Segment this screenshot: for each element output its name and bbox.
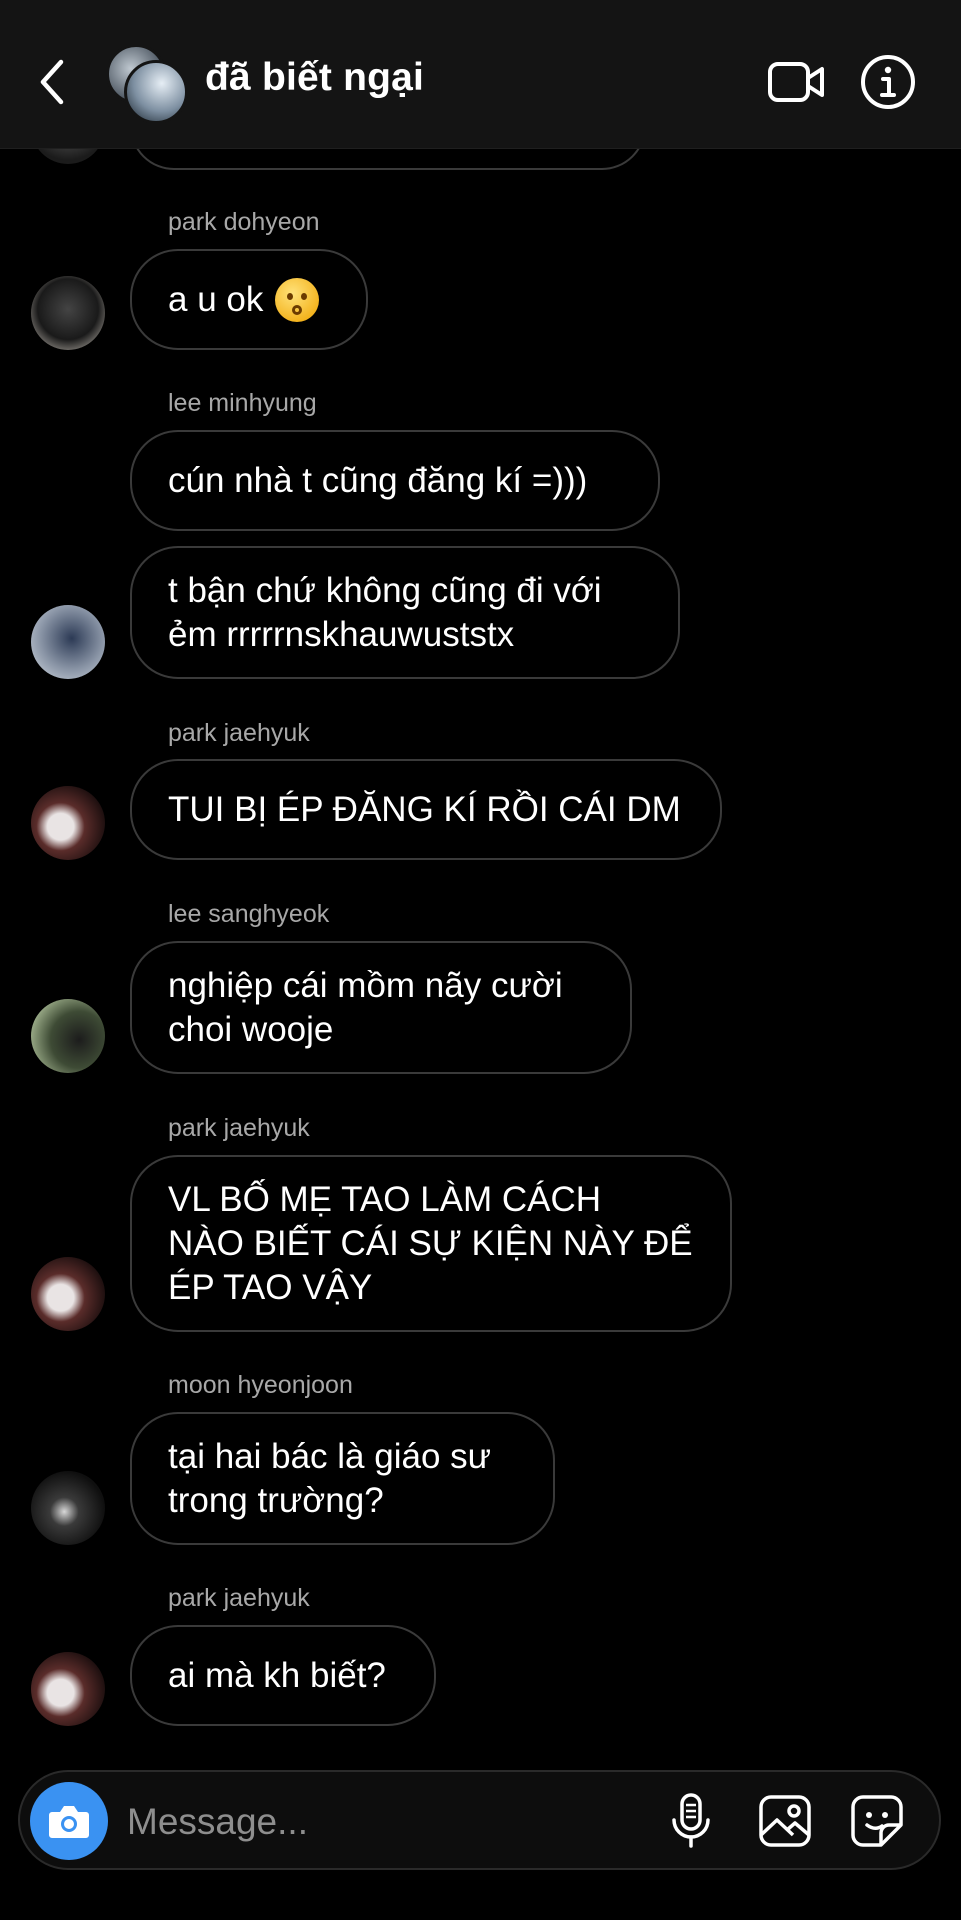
sender-name: park jaehyuk bbox=[168, 719, 310, 747]
message-bubble[interactable]: nghiệp cái mồm nãy cười choi wooje bbox=[130, 941, 632, 1074]
message-bubble[interactable]: t bận chứ không cũng đi với ẻm rrrrrnskh… bbox=[130, 546, 680, 679]
info-icon bbox=[861, 55, 915, 109]
video-call-icon bbox=[768, 62, 824, 102]
message-text: ai mà kh biết? bbox=[168, 1655, 386, 1695]
sender-name: moon hyeonjoon bbox=[168, 1371, 353, 1399]
gallery-icon bbox=[759, 1795, 811, 1847]
message-text: TUI BỊ ÉP ĐĂNG KÍ RỒI CÁI DM bbox=[168, 789, 681, 829]
message-bubble[interactable]: a u ok bbox=[130, 249, 368, 350]
sender-name: park jaehyuk bbox=[168, 1114, 310, 1142]
message-bubble[interactable]: VL BỐ MẸ TAO LÀM CÁCH NÀO BIẾT CÁI SỰ KI… bbox=[130, 1155, 732, 1332]
camera-button[interactable] bbox=[30, 1782, 108, 1860]
message-text: VL BỐ MẸ TAO LÀM CÁCH NÀO BIẾT CÁI SỰ KI… bbox=[168, 1179, 693, 1307]
back-button[interactable] bbox=[30, 55, 74, 109]
avatar[interactable] bbox=[31, 1257, 105, 1331]
avatar[interactable] bbox=[31, 999, 105, 1073]
anxious-face-emoji-icon bbox=[275, 277, 320, 322]
message-text: tại hai bác là giáo sư trong trường? bbox=[168, 1436, 492, 1520]
message-input[interactable] bbox=[125, 1790, 649, 1854]
info-button[interactable] bbox=[858, 52, 918, 112]
avatar[interactable] bbox=[31, 786, 105, 860]
sender-name: lee sanghyeok bbox=[168, 900, 330, 928]
group-avatar-member-2 bbox=[124, 60, 188, 124]
sticker-icon bbox=[851, 1795, 903, 1847]
avatar[interactable] bbox=[31, 605, 105, 679]
chat-title[interactable]: đã biết ngại bbox=[205, 56, 424, 100]
message-composer bbox=[18, 1770, 941, 1870]
message-bubble[interactable]: TUI BỊ ÉP ĐĂNG KÍ RỒI CÁI DM bbox=[130, 759, 722, 860]
video-call-button[interactable] bbox=[766, 52, 826, 112]
message-text: t bận chứ không cũng đi với ẻm rrrrrnskh… bbox=[168, 570, 602, 654]
message-bubble[interactable]: ai mà kh biết? bbox=[130, 1625, 436, 1726]
camera-icon bbox=[49, 1806, 89, 1838]
message-text: a u ok bbox=[168, 279, 264, 319]
sender-name: park jaehyuk bbox=[168, 1584, 310, 1612]
sender-name: lee minhyung bbox=[168, 389, 317, 417]
message-text: nghiệp cái mồm nãy cười choi wooje bbox=[168, 965, 563, 1049]
chat-header: đã biết ngại bbox=[0, 0, 961, 149]
avatar[interactable] bbox=[31, 1652, 105, 1726]
gallery-button[interactable] bbox=[754, 1790, 816, 1852]
message-text: cún nhà t cũng đăng kí =))) bbox=[168, 460, 588, 500]
avatar[interactable] bbox=[31, 1471, 105, 1545]
message-bubble[interactable]: cún nhà t cũng đăng kí =))) bbox=[130, 430, 660, 531]
chevron-left-icon bbox=[40, 59, 64, 105]
sticker-button[interactable] bbox=[846, 1790, 908, 1852]
sender-name: park dohyeon bbox=[168, 208, 320, 236]
group-avatar[interactable] bbox=[106, 44, 188, 124]
message-bubble[interactable]: tại hai bác là giáo sư trong trường? bbox=[130, 1412, 555, 1545]
microphone-icon bbox=[672, 1793, 710, 1848]
avatar[interactable] bbox=[31, 276, 105, 350]
voice-message-button[interactable] bbox=[660, 1790, 722, 1852]
